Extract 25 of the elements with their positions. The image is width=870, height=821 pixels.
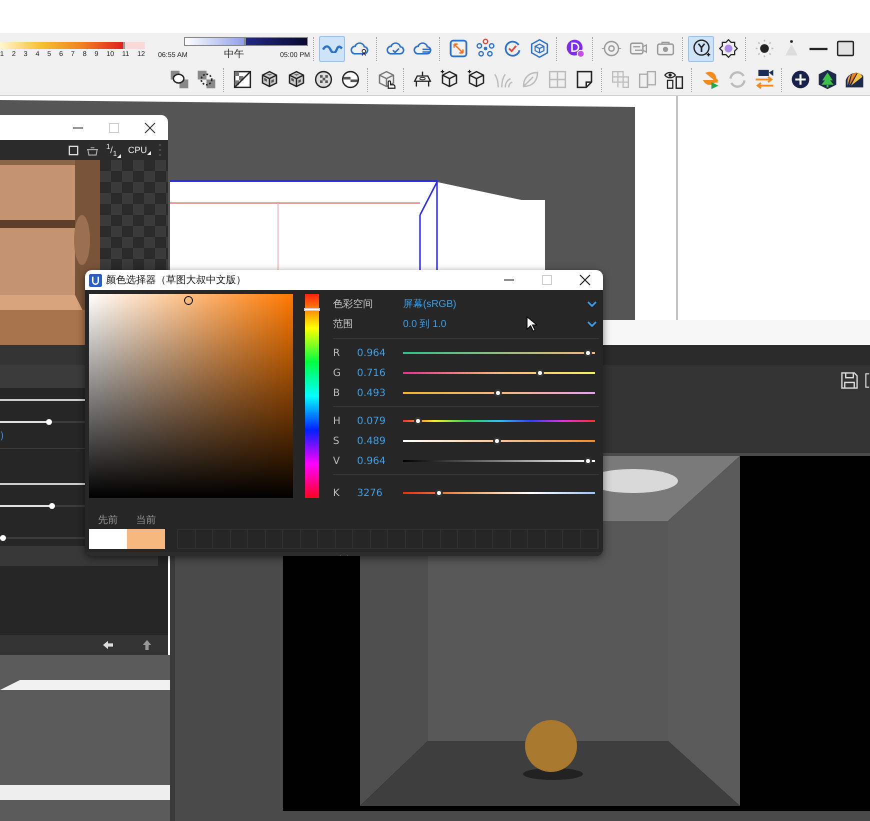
field-label: 色彩空间 (333, 298, 374, 311)
channel-label: K (333, 488, 341, 498)
field-label: 范围 (333, 318, 354, 331)
channel-value[interactable]: 0.964 (357, 456, 403, 466)
channel-label: R (333, 348, 341, 358)
time-label: 中午 (224, 48, 244, 60)
channel-value[interactable]: 0.716 (357, 368, 403, 378)
channel-value[interactable]: 0.964 (357, 348, 403, 358)
color-space-dropdown[interactable]: 屏幕(sRGB) (403, 295, 599, 313)
channel-label: B (333, 388, 341, 398)
channel-value[interactable]: 0.079 (357, 416, 403, 426)
channel-label: G (333, 368, 342, 378)
channel-value[interactable]: 3276 (357, 488, 403, 498)
channel-value[interactable]: 0.493 (357, 388, 403, 398)
ratio-button[interactable]: $^{1}$/$_{1}$ (106, 142, 121, 158)
swatch-label: 当前 (136, 514, 156, 527)
channel-label: V (333, 456, 341, 466)
value-text: ) (0, 431, 4, 442)
range-dropdown[interactable]: 0.0 到 1.0 (403, 315, 599, 333)
window-title: 颜色选择器（草图大叔中文版） (106, 274, 246, 287)
swatch-label: 先前 (98, 514, 118, 527)
device-button[interactable]: CPU (128, 145, 151, 155)
channel-label: S (333, 436, 340, 446)
channel-value[interactable]: 0.489 (357, 436, 403, 446)
channel-label: H (333, 416, 342, 426)
